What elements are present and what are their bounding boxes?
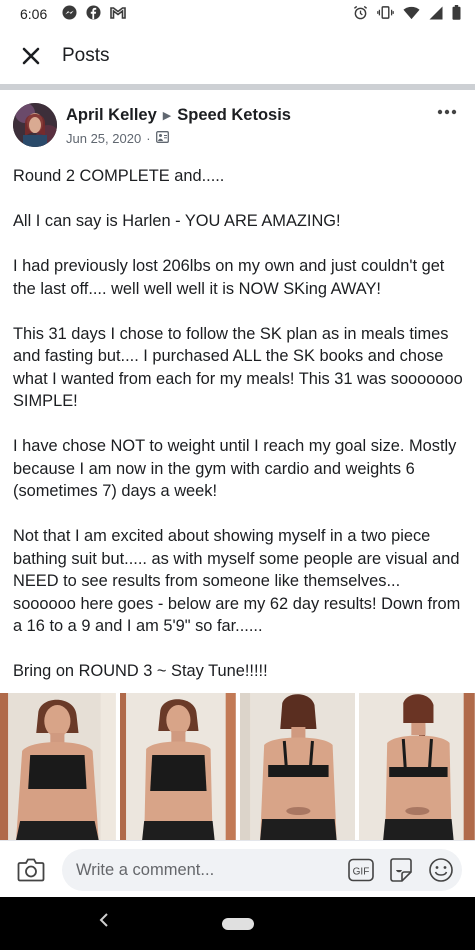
gif-icon: GIF [348,858,374,882]
post-paragraph: Round 2 COMPLETE and..... [13,167,225,185]
close-icon [22,47,40,65]
post-paragraph: I had previously lost 206lbs on my own a… [13,257,445,298]
author-name[interactable]: April Kelley [66,106,157,125]
gmail-icon [110,6,127,22]
wifi-icon [403,6,420,23]
alarm-icon [353,5,368,23]
status-bar: 6:06 [0,0,475,28]
camera-icon [17,858,45,882]
app-header: Posts [0,28,475,90]
photo-gallery [0,693,475,840]
group-name[interactable]: Speed Ketosis [177,106,291,125]
facebook-icon [86,5,101,23]
back-chevron-icon [99,913,108,927]
home-pill-button[interactable] [222,918,254,930]
comment-bar: GIF [0,840,475,897]
status-right [353,5,461,23]
post: April Kelley ▶ Speed Ketosis Jun 25, 202… [0,90,475,840]
post-photo-front-before[interactable] [0,693,116,840]
gif-button[interactable]: GIF [348,857,374,883]
post-date[interactable]: Jun 25, 2020 [66,131,141,146]
emoji-button[interactable] [428,857,454,883]
post-text: Round 2 COMPLETE and..... All I can say … [13,165,465,705]
comment-input-container[interactable]: GIF [62,849,462,891]
group-privacy-icon [155,131,169,146]
comment-input[interactable] [76,860,326,880]
emoji-icon [429,858,453,882]
signal-icon [429,6,443,23]
author-line: April Kelley ▶ Speed Ketosis [66,106,291,125]
camera-button[interactable] [17,857,45,883]
post-paragraph: All I can say is Harlen - YOU ARE AMAZIN… [13,212,341,230]
page-title: Posts [62,45,110,66]
sticker-icon [390,858,412,882]
post-paragraph: Bring on ROUND 3 ~ Stay Tune!!!!! [13,662,268,680]
more-icon [437,109,457,115]
svg-text:GIF: GIF [353,867,370,878]
post-header: April Kelley ▶ Speed Ketosis Jun 25, 202… [0,90,475,154]
meta-separator: · [146,131,151,146]
more-options-button[interactable] [437,102,457,116]
post-paragraph: This 31 days I chose to follow the SK pl… [13,324,463,411]
sticker-button[interactable] [388,857,414,883]
arrow-right-icon: ▶ [162,110,172,122]
back-button[interactable] [98,911,110,934]
messenger-icon [62,5,77,23]
status-time: 6:06 [20,6,48,22]
avatar[interactable] [13,103,57,147]
post-meta: Jun 25, 2020 · [66,131,169,146]
post-photo-front-after[interactable] [119,693,236,840]
battery-icon [452,5,461,23]
status-left: 6:06 [20,5,127,23]
system-nav-bar [0,897,475,950]
post-photo-back-before[interactable] [239,693,356,840]
post-paragraph: Not that I am excited about showing myse… [13,527,461,635]
post-photo-back-after[interactable] [359,693,475,840]
comment-actions: GIF [348,857,454,883]
vibrate-icon [377,5,394,23]
close-button[interactable] [20,45,42,67]
post-paragraph: I have chose NOT to weight until I reach… [13,437,457,500]
